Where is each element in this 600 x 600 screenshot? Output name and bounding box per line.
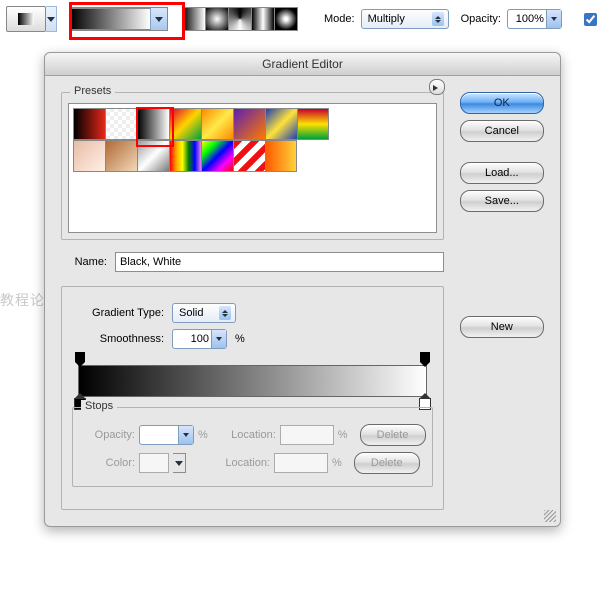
preset-swatch[interactable] (233, 108, 265, 140)
radial-gradient-button[interactable] (206, 7, 229, 31)
preset-swatch[interactable] (233, 140, 265, 172)
smoothness-field[interactable] (172, 329, 227, 349)
stops-fieldset: Stops Opacity: % Location: % Delete (72, 407, 433, 487)
stop-location-label: Location: (214, 457, 270, 469)
stop-color-location-input[interactable] (274, 453, 328, 473)
gradient-picker-dropdown[interactable] (150, 8, 167, 30)
gradient-type-value: Solid (179, 307, 215, 319)
stop-opacity-input[interactable] (140, 429, 178, 441)
presets-grid[interactable] (68, 103, 437, 233)
gradient-swatch (70, 8, 150, 30)
dialog-title: Gradient Editor (45, 53, 560, 76)
smoothness-label: Smoothness: (72, 333, 164, 345)
preset-swatch[interactable] (201, 140, 233, 172)
smoothness-unit: % (235, 333, 245, 345)
opacity-dropdown-icon[interactable] (546, 10, 561, 28)
tool-preset-button[interactable] (6, 6, 46, 32)
preset-swatch[interactable] (169, 140, 201, 172)
linear-gradient-button[interactable] (182, 7, 206, 31)
reverse-check[interactable] (584, 13, 597, 26)
smoothness-input[interactable] (173, 333, 211, 345)
preset-swatch[interactable] (137, 108, 169, 140)
name-input[interactable] (115, 252, 444, 272)
updown-icon (219, 306, 231, 320)
preset-swatch[interactable] (265, 140, 297, 172)
mode-value: Multiply (368, 13, 428, 25)
opacity-field[interactable] (507, 9, 562, 29)
dropdown-icon[interactable] (211, 330, 226, 348)
preset-swatch[interactable] (137, 140, 169, 172)
preset-swatch[interactable] (265, 108, 297, 140)
gradient-style-group (182, 7, 298, 31)
percent-unit: % (338, 429, 348, 441)
updown-icon (432, 12, 444, 26)
gradient-type-label: Gradient Type: (72, 307, 164, 319)
save-button[interactable]: Save... (460, 190, 544, 212)
tool-preset-menu[interactable] (46, 6, 57, 32)
preset-swatch[interactable] (169, 108, 201, 140)
preset-swatch[interactable] (201, 108, 233, 140)
preset-swatch[interactable] (105, 140, 137, 172)
delete-color-stop-button[interactable]: Delete (354, 452, 420, 474)
stop-location-label: Location: (220, 429, 276, 441)
options-bar: Mode: Multiply Opacity: Reverse (0, 2, 600, 36)
percent-unit: % (198, 429, 208, 441)
reverse-checkbox[interactable]: Reverse (580, 10, 600, 29)
gradient-editor-dialog: Gradient Editor Presets (44, 52, 561, 527)
percent-unit: % (332, 457, 342, 469)
resize-handle-icon[interactable] (544, 510, 556, 522)
presets-legend: Presets (70, 85, 115, 97)
stop-color-swatch[interactable] (139, 453, 169, 473)
cancel-button[interactable]: Cancel (460, 120, 544, 142)
new-button[interactable]: New (460, 316, 544, 338)
preset-swatch[interactable] (73, 108, 105, 140)
ok-button[interactable]: OK (460, 92, 544, 114)
opacity-stop-left[interactable] (75, 352, 85, 362)
stop-color-dropdown[interactable] (173, 453, 186, 473)
name-label: Name: (61, 256, 107, 268)
reflected-gradient-button[interactable] (252, 7, 275, 31)
load-button[interactable]: Load... (460, 162, 544, 184)
stops-legend: Stops (81, 400, 117, 412)
stop-opacity-label: Opacity: (79, 429, 135, 441)
delete-opacity-stop-button[interactable]: Delete (360, 424, 426, 446)
stop-location-input[interactable] (280, 425, 334, 445)
mode-dropdown[interactable]: Multiply (361, 9, 449, 29)
diamond-gradient-button[interactable] (275, 7, 298, 31)
presets-flyout-icon[interactable] (429, 79, 445, 95)
presets-fieldset: Presets (61, 92, 444, 240)
angle-gradient-button[interactable] (229, 7, 252, 31)
opacity-label: Opacity: (461, 13, 501, 25)
opacity-stop-right[interactable] (420, 352, 430, 362)
stop-color-label: Color: (79, 457, 135, 469)
preset-swatch[interactable] (105, 108, 137, 140)
gradient-bar[interactable] (78, 365, 427, 397)
preset-swatch[interactable] (297, 108, 329, 140)
mode-label: Mode: (324, 13, 355, 25)
gradient-type-dropdown[interactable]: Solid (172, 303, 236, 323)
preset-swatch[interactable] (73, 140, 105, 172)
stop-opacity-field[interactable] (139, 425, 194, 445)
opacity-input[interactable] (508, 13, 546, 25)
gradient-picker[interactable] (69, 7, 168, 31)
dropdown-icon[interactable] (178, 426, 193, 444)
